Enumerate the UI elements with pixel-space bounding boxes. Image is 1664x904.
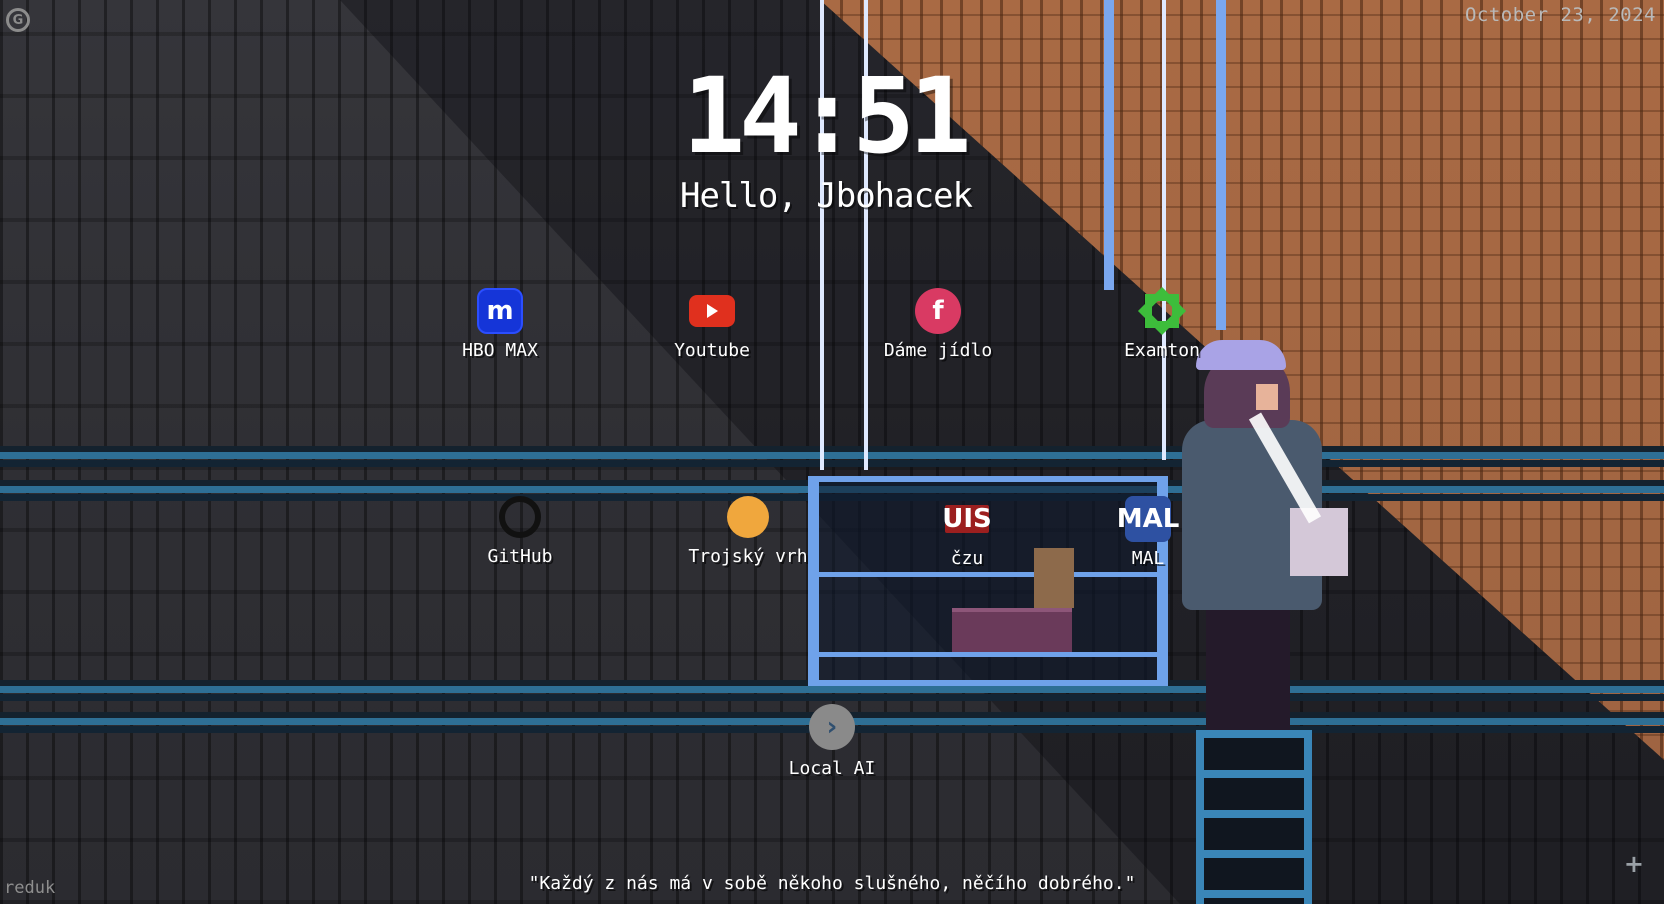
github-icon bbox=[499, 496, 541, 538]
shortcut-label: Local AI bbox=[788, 758, 876, 779]
wallpaper-rail bbox=[0, 686, 1664, 693]
settings-logo-icon[interactable]: G bbox=[6, 8, 30, 32]
shortcut-github[interactable]: GitHub bbox=[440, 496, 600, 567]
wallpaper-rail bbox=[0, 452, 1664, 459]
shortcut-examton[interactable]: Examton bbox=[1082, 288, 1242, 361]
wallpaper-pipe bbox=[1216, 0, 1226, 330]
shortcut-label: Trojský vrh bbox=[688, 546, 808, 567]
shortcut-mal[interactable]: MAL MAL bbox=[1068, 496, 1228, 569]
wallpaper-cable bbox=[1162, 0, 1166, 460]
shortcut-label: Examton bbox=[1124, 340, 1200, 361]
wallpaper-console bbox=[952, 608, 1072, 652]
shortcut-czu[interactable]: UIS čzu bbox=[887, 496, 1047, 569]
clock: 14:51 bbox=[682, 55, 971, 177]
add-shortcut-icon[interactable]: + bbox=[1624, 850, 1644, 878]
greeting: Hello, Jbohacek bbox=[679, 176, 973, 216]
examton-icon bbox=[1139, 288, 1185, 334]
shortcut-label: HBO MAX bbox=[462, 340, 538, 361]
chevron-right-icon: › bbox=[809, 704, 855, 750]
hbo-max-icon: m bbox=[477, 288, 523, 334]
date-label: October 23, 2024 bbox=[1464, 4, 1656, 26]
new-tab-page: G October 23, 2024 14:51 Hello, Jbohacek… bbox=[0, 0, 1664, 904]
dame-jidlo-icon: f bbox=[915, 288, 961, 334]
shortcut-label: GitHub bbox=[487, 546, 553, 567]
shortcut-local-ai[interactable]: › Local AI bbox=[752, 704, 912, 779]
youtube-icon bbox=[689, 295, 735, 327]
wallpaper-pipe bbox=[1104, 0, 1114, 290]
shortcut-label: čzu bbox=[950, 548, 984, 569]
trojsky-vrh-icon bbox=[727, 496, 769, 538]
mal-icon: MAL bbox=[1117, 496, 1179, 542]
quote: "Každý z nás má v sobě někoho slušného, … bbox=[528, 873, 1136, 894]
wallpaper-character bbox=[1256, 384, 1278, 410]
shortcut-youtube[interactable]: Youtube bbox=[632, 288, 792, 361]
shortcut-label: MAL bbox=[1131, 548, 1165, 569]
shortcut-hbo-max[interactable]: m HBO MAX bbox=[420, 288, 580, 361]
shortcut-trojsky-vrh[interactable]: Trojský vrh bbox=[668, 496, 828, 567]
shortcut-label: Youtube bbox=[674, 340, 750, 361]
wallpaper-character bbox=[1206, 600, 1290, 730]
uis-icon: UIS bbox=[942, 504, 992, 534]
shortcut-dame-jidlo[interactable]: f Dáme jídlo bbox=[858, 288, 1018, 361]
wallpaper-character bbox=[1290, 508, 1348, 576]
shortcut-label: Dáme jídlo bbox=[883, 340, 993, 361]
